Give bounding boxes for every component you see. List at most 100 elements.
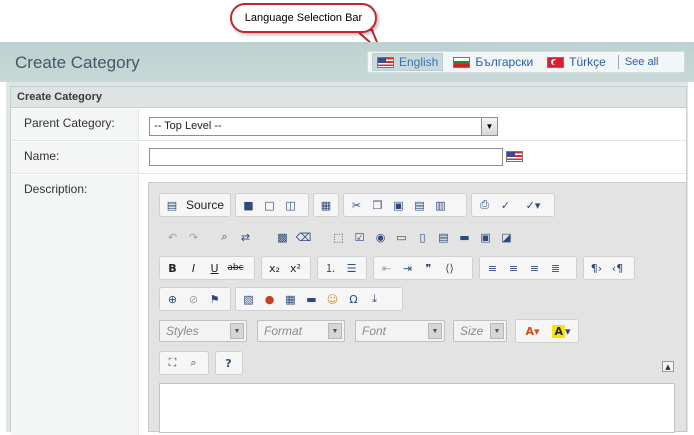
language-label: Türkçe	[569, 55, 606, 69]
parent-category-select[interactable]: -- Top Level -- ▼	[149, 117, 498, 136]
scayt-icon[interactable]: ✓▾	[516, 195, 550, 215]
indent-icon[interactable]: ⇥	[397, 258, 418, 278]
page-break-icon[interactable]: ⤓	[364, 289, 385, 309]
select-field-icon[interactable]: ▤	[433, 227, 454, 247]
div-icon[interactable]: ⟨⟩	[439, 258, 460, 278]
textfield-icon[interactable]: ▭	[391, 227, 412, 247]
toolbar-group-select: ▩ ⌫	[269, 225, 319, 249]
toolbar-group-colors: A▾ A ▾	[515, 319, 579, 343]
horizontal-rule-icon[interactable]: ▬	[301, 289, 322, 309]
paste-word-icon[interactable]: ▥	[430, 195, 451, 215]
toolbar-group-find: ⌕ ⇄	[211, 225, 261, 249]
link-icon[interactable]: ⊕	[162, 289, 183, 309]
language-bulgarian[interactable]: Български	[449, 53, 537, 71]
flash-icon[interactable]: ●	[259, 289, 280, 309]
toolbar-group-undo: ↶ ↷	[159, 225, 209, 249]
italic-icon[interactable]: I	[183, 258, 204, 278]
new-page-icon[interactable]: □	[259, 195, 280, 215]
text-color-icon[interactable]: A▾	[518, 321, 547, 341]
underline-icon[interactable]: U	[204, 258, 225, 278]
print-icon[interactable]: ⎙	[474, 195, 495, 215]
undo-icon[interactable]: ↶	[162, 227, 183, 247]
help-icon[interactable]: ?	[218, 353, 239, 373]
name-field[interactable]	[149, 148, 503, 166]
hidden-field-icon[interactable]: ◪	[496, 227, 517, 247]
rtl-icon[interactable]: ‹¶	[607, 258, 628, 278]
maximize-icon[interactable]: ⛶	[162, 353, 183, 373]
textarea-icon[interactable]: ▯	[412, 227, 433, 247]
toolbar-group-document: ▤ Source	[159, 193, 231, 217]
blockquote-icon[interactable]: ❞	[418, 258, 439, 278]
us-flag-icon	[377, 56, 394, 68]
remove-format-icon[interactable]: ⌫	[293, 227, 314, 247]
chevron-down-icon[interactable]: ▼	[230, 323, 244, 339]
superscript-icon[interactable]: x²	[285, 258, 306, 278]
button-field-icon[interactable]: ▬	[454, 227, 475, 247]
language-turkish[interactable]: Türkçe	[543, 53, 610, 71]
justify-icon[interactable]: ≣	[545, 258, 566, 278]
name-row: Name:	[11, 142, 686, 174]
language-selection-bar: English Български Türkçe See all	[367, 51, 685, 73]
toolbar-group-clipboard: ✂ ❐ ▣ ▤ ▥	[343, 193, 467, 217]
styles-combo[interactable]: Styles ▼	[159, 320, 247, 342]
copy-icon[interactable]: ❐	[367, 195, 388, 215]
font-combo[interactable]: Font ▼	[355, 320, 445, 342]
size-combo[interactable]: Size ▼	[453, 320, 507, 342]
preview-icon[interactable]: ◫	[280, 195, 301, 215]
bulleted-list-icon[interactable]: ☰	[341, 258, 362, 278]
image-button-icon[interactable]: ▣	[475, 227, 496, 247]
callout-text: Language Selection Bar	[244, 12, 363, 24]
numbered-list-icon[interactable]: ⒈	[320, 258, 341, 278]
format-combo[interactable]: Format ▼	[257, 320, 345, 342]
bulgaria-flag-icon	[453, 56, 471, 68]
select-all-icon[interactable]: ▩	[272, 227, 293, 247]
form-icon[interactable]: ⬚	[328, 227, 349, 247]
toolbar-group-align: ≡ ≡ ≡ ≣	[479, 256, 577, 280]
chevron-down-icon[interactable]: ▼	[328, 323, 342, 339]
templates-icon[interactable]: ▦	[316, 195, 336, 215]
toolbar-group-about: ?	[215, 351, 243, 375]
redo-icon[interactable]: ↷	[183, 227, 204, 247]
image-icon[interactable]: ▧	[238, 289, 259, 309]
find-icon[interactable]: ⌕	[214, 227, 235, 247]
parent-category-row: Parent Category: -- Top Level -- ▼	[11, 109, 686, 141]
spellcheck-icon[interactable]: ✓	[495, 195, 516, 215]
align-right-icon[interactable]: ≡	[524, 258, 545, 278]
show-blocks-icon[interactable]: ⌕	[183, 353, 204, 373]
strike-icon[interactable]: abc	[225, 258, 246, 278]
divider	[617, 55, 619, 69]
anchor-icon[interactable]: ⚑	[204, 289, 225, 309]
language-english[interactable]: English	[372, 53, 444, 71]
rich-text-editor: ▤ Source ■ □ ◫ ▦ ✂ ❐ ▣ ▤ ▥ ⎙ ✓ ✓▾ ↶ ↷ ⌕ …	[148, 182, 687, 433]
collapse-toolbar-button[interactable]: ▲	[662, 361, 674, 372]
special-char-icon[interactable]: Ω	[343, 289, 364, 309]
checkbox-icon[interactable]: ☑	[349, 227, 370, 247]
align-center-icon[interactable]: ≡	[503, 258, 524, 278]
format-placeholder: Format	[264, 324, 303, 338]
bold-icon[interactable]: B	[162, 258, 183, 278]
chevron-down-icon[interactable]: ▼	[481, 118, 497, 135]
paste-text-icon[interactable]: ▤	[409, 195, 430, 215]
paste-icon[interactable]: ▣	[388, 195, 409, 215]
radio-icon[interactable]: ◉	[370, 227, 391, 247]
smiley-icon[interactable]: ☺	[322, 289, 343, 309]
unlink-icon[interactable]: ⊘	[183, 289, 204, 309]
editor-content-area[interactable]	[159, 383, 675, 433]
toolbar-group-tools: ⛶ ⌕	[159, 351, 209, 375]
source-button[interactable]: Source	[182, 195, 228, 215]
align-left-icon[interactable]: ≡	[482, 258, 503, 278]
subscript-icon[interactable]: x₂	[264, 258, 285, 278]
cut-icon[interactable]: ✂	[346, 195, 367, 215]
parent-category-value: -- Top Level --	[154, 120, 222, 132]
name-label: Name:	[11, 142, 139, 173]
parent-category-label: Parent Category:	[11, 109, 139, 140]
chevron-down-icon[interactable]: ▼	[428, 323, 442, 339]
chevron-down-icon[interactable]: ▼	[490, 323, 504, 339]
save-icon[interactable]: ■	[238, 195, 259, 215]
background-color-icon[interactable]: A ▾	[547, 321, 576, 341]
replace-icon[interactable]: ⇄	[235, 227, 256, 247]
table-icon[interactable]: ▦	[280, 289, 301, 309]
ltr-icon[interactable]: ¶›	[586, 258, 607, 278]
see-all-link[interactable]: See all	[625, 56, 659, 68]
outdent-icon[interactable]: ⇤	[376, 258, 397, 278]
